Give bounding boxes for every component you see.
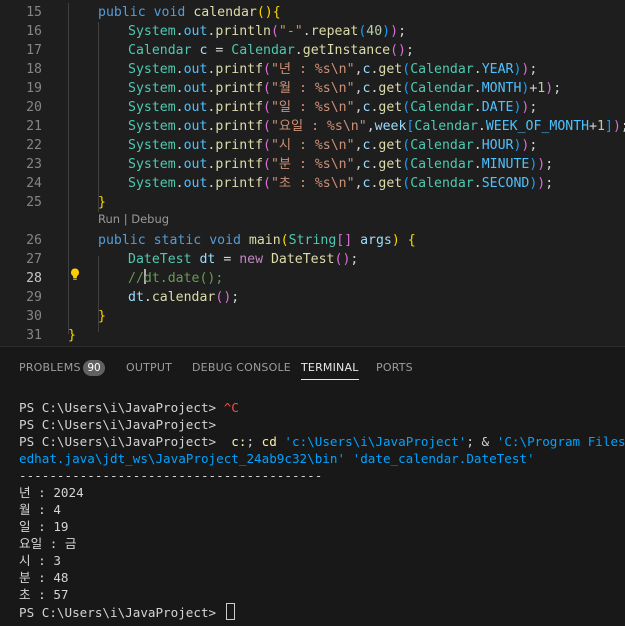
code-line[interactable]: 15 public void calendar(){ [0, 3, 625, 22]
line-number: 22 [26, 138, 42, 153]
codelens-run-debug[interactable]: Run | Debug [98, 212, 169, 226]
line-number: 17 [26, 43, 42, 58]
line-number: 16 [26, 24, 42, 39]
line-number: 21 [26, 119, 42, 134]
code-line[interactable]: 24 System.out.printf("초 : %s\n",c.get(Cal… [0, 174, 625, 193]
indent-guide [98, 22, 99, 212]
code-text: System.out.printf("요일 : %s\n",week[Calen… [128, 119, 625, 134]
code-line[interactable]: 19 System.out.printf("월 : %s\n",c.get(Cal… [0, 79, 625, 98]
code-line[interactable]: 25} [0, 193, 625, 212]
terminal-line: PS C:\Users\i\JavaProject> [19, 417, 224, 432]
code-text: System.out.printf("초 : %s\n",c.get(Calen… [128, 176, 554, 191]
code-editor[interactable]: Run | Debug 15 public void calendar(){ 16 S… [0, 0, 625, 346]
code-text: dt.calendar(); [128, 290, 240, 305]
panel-tabs: PROBLEMS 90 OUTPUT DEBUG CONSOLE TERMINA… [0, 347, 625, 389]
terminal-line: PS C:\Users\i\JavaProject> c:; cd 'c:\Us… [19, 434, 625, 449]
code-line[interactable]: 31} [0, 326, 625, 345]
terminal-line: 일 : 19 [19, 519, 69, 534]
code-line[interactable]: 18 System.out.printf("년 : %s\n",c.get(Cal… [0, 60, 625, 79]
code-line[interactable]: 26 public static void main(String[] args)… [0, 231, 625, 250]
code-line[interactable]: 28 //dt.date(); [0, 269, 625, 288]
terminal-line: 요일 : 금 [19, 536, 77, 551]
line-number: 27 [26, 252, 42, 267]
code-text: System.out.printf("분 : %s\n",c.get(Calen… [128, 157, 554, 172]
code-line[interactable]: 30} [0, 307, 625, 326]
code-text: System.out.printf("년 : %s\n",c.get(Calen… [128, 62, 538, 77]
line-number: 26 [26, 233, 42, 248]
terminal-line: 초 : 57 [19, 587, 69, 602]
tab-ports[interactable]: PORTS [376, 361, 413, 374]
terminal-line: 월 : 4 [19, 502, 61, 517]
line-number: 28 [26, 271, 42, 286]
code-text: DateTest dt = new DateTest(); [128, 252, 359, 267]
code-text: System.out.printf("일 : %s\n",c.get(Calen… [128, 100, 538, 115]
tab-output[interactable]: OUTPUT [126, 361, 172, 374]
line-number: 23 [26, 157, 42, 172]
terminal-line: PS C:\Users\i\JavaProject> [19, 603, 625, 620]
code-text: System.out.printf("시 : %s\n",c.get(Calen… [128, 138, 538, 153]
tab-debug-console[interactable]: DEBUG CONSOLE [192, 361, 291, 374]
line-number: 24 [26, 176, 42, 191]
bottom-panel: PROBLEMS 90 OUTPUT DEBUG CONSOLE TERMINA… [0, 346, 625, 626]
code-line[interactable]: 22 System.out.printf("시 : %s\n",c.get(Cal… [0, 136, 625, 155]
line-number: 18 [26, 62, 42, 77]
terminal-line: PS C:\Users\i\JavaProject> ^C [19, 400, 239, 415]
code-line[interactable]: 23 System.out.printf("분 : %s\n",c.get(Cal… [0, 155, 625, 174]
code-text: } [98, 195, 106, 210]
terminal-line: 분 : 48 [19, 570, 69, 585]
code-line[interactable]: 20 System.out.printf("일 : %s\n",c.get(Cal… [0, 98, 625, 117]
code-text: public void calendar(){ [98, 5, 281, 20]
code-text: Calendar c = Calendar.getInstance(); [128, 43, 414, 58]
indent-guide [68, 3, 69, 334]
terminal-line: 시 : 3 [19, 553, 61, 568]
code-line[interactable]: 16 System.out.println("-".repeat(40)); [0, 22, 625, 41]
line-number: 15 [26, 5, 42, 20]
code-text: System.out.println("-".repeat(40)); [128, 24, 407, 39]
code-text: System.out.printf("월 : %s\n",c.get(Calen… [128, 81, 562, 96]
code-text: public static void main(String[] args) { [98, 233, 416, 248]
line-number: 30 [26, 309, 42, 324]
problems-count-badge: 90 [83, 360, 105, 376]
terminal-line: edhat.java\jdt_ws\JavaProject_24ab9c32\b… [19, 451, 535, 466]
tab-problems[interactable]: PROBLEMS [19, 361, 81, 374]
line-number: 31 [26, 328, 42, 343]
code-line[interactable]: 29 dt.calendar(); [0, 288, 625, 307]
line-number: 25 [26, 195, 42, 210]
terminal-line: 년 : 2024 [19, 485, 84, 500]
terminal-cursor [225, 603, 235, 620]
terminal-line: ---------------------------------------- [19, 468, 323, 483]
code-text: } [98, 309, 106, 324]
terminal-output[interactable]: PS C:\Users\i\JavaProject> ^C PS C:\Users… [19, 399, 625, 620]
code-text: } [68, 328, 76, 343]
tab-terminal[interactable]: TERMINAL [301, 361, 359, 380]
code-line[interactable]: 27 DateTest dt = new DateTest(); [0, 250, 625, 269]
code-line[interactable]: 17 Calendar c = Calendar.getInstance(); [0, 41, 625, 60]
line-number: 29 [26, 290, 42, 305]
code-line[interactable]: 21 System.out.printf("요일 : %s\n",week[Cal… [0, 117, 625, 136]
line-number: 20 [26, 100, 42, 115]
line-number: 19 [26, 81, 42, 96]
indent-guide [98, 256, 99, 332]
code-text: //dt.date(); [128, 269, 224, 286]
